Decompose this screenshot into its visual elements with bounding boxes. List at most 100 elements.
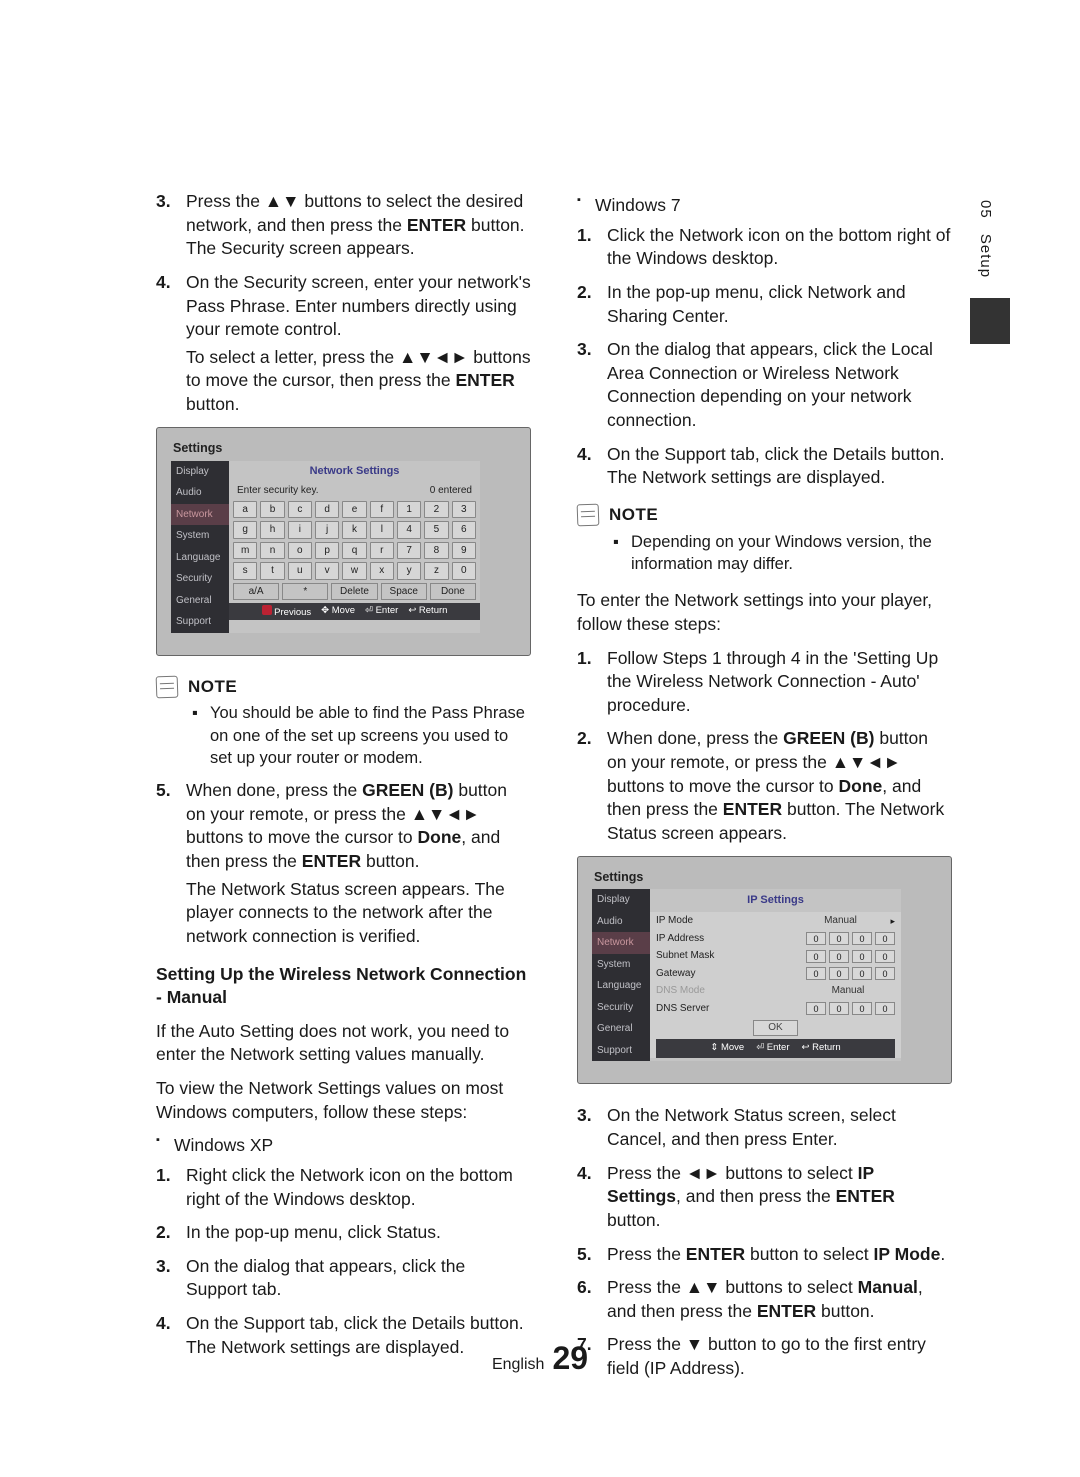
ip-row: DNS Server0000 — [656, 1000, 895, 1018]
step-number: 5. — [156, 779, 176, 948]
enter-label: Enter security key. — [237, 484, 319, 498]
ip-octet: 0 — [852, 950, 872, 963]
menu-item: Network — [592, 932, 650, 954]
key: i — [288, 521, 312, 539]
left-column: 3.Press the ▲▼ buttons to select the des… — [156, 190, 531, 1391]
ordered-list: 3.On the Network Status screen, select C… — [577, 1104, 952, 1380]
ip-octet: 0 — [875, 967, 895, 980]
key: u — [288, 562, 312, 580]
note-icon — [156, 676, 179, 699]
tv-menu: DisplayAudioNetworkSystemLanguageSecurit… — [592, 889, 650, 1061]
note-label: NOTE — [188, 676, 237, 699]
step-number: 3. — [577, 338, 597, 433]
bullet-heading: ▪ Windows 7 — [577, 194, 952, 218]
heading-manual: Setting Up the Wireless Network Connecti… — [156, 963, 531, 1010]
ip-value: 0000 — [806, 950, 895, 963]
step-text: On the Security screen, enter your netwo… — [186, 271, 531, 417]
menu-item: System — [592, 954, 650, 976]
key: v — [315, 562, 339, 580]
ip-label: DNS Mode — [656, 984, 801, 998]
step-text: Press the ▼ button to go to the first en… — [607, 1333, 952, 1380]
key: f — [370, 501, 394, 519]
paragraph: If the Auto Setting does not work, you n… — [156, 1020, 531, 1067]
key: a — [233, 501, 257, 519]
step-number: 1. — [156, 1164, 176, 1211]
menu-item: Support — [592, 1040, 650, 1062]
ip-row: DNS ModeManual — [656, 982, 895, 1000]
note-heading: NOTE — [156, 676, 531, 699]
footer-page: 29 — [552, 1340, 588, 1377]
on-screen-keyboard: abcdef123ghijkl456mnopqr789stuvwxyz0a/A*… — [229, 501, 480, 620]
key: j — [315, 521, 339, 539]
key: h — [260, 521, 284, 539]
note-body: ▪ You should be able to find the Pass Ph… — [156, 702, 531, 769]
ip-octet: 0 — [806, 967, 826, 980]
step-number: 1. — [577, 224, 597, 271]
key: 5 — [424, 521, 448, 539]
ok-button: OK — [753, 1020, 797, 1036]
ip-value: 0000 — [806, 932, 895, 945]
list-item: 1.Follow Steps 1 through 4 in the 'Setti… — [577, 647, 952, 718]
tv-title: Settings — [594, 869, 901, 886]
key: y — [397, 562, 421, 580]
menu-item: General — [171, 590, 229, 612]
list-item: 4.On the Support tab, click the Details … — [156, 1312, 531, 1359]
panel-title: Network Settings — [229, 461, 480, 482]
ip-label: DNS Server — [656, 1002, 806, 1016]
key: o — [288, 542, 312, 560]
step-text: When done, press the GREEN (B) button on… — [186, 779, 531, 948]
key: m — [233, 542, 257, 560]
step-number: 4. — [156, 1312, 176, 1359]
ip-octet: 0 — [875, 950, 895, 963]
step-text: Follow Steps 1 through 4 in the 'Setting… — [607, 647, 952, 718]
step-text: Click the Network icon on the bottom rig… — [607, 224, 952, 271]
side-title: Setup — [977, 234, 994, 278]
settings-screen-ip: Settings DisplayAudioNetworkSystemLangua… — [577, 856, 952, 1085]
key: c — [288, 501, 312, 519]
ip-octet: 0 — [829, 1002, 849, 1015]
tv-panel: IP Settings IP ModeManual▸IP Address0000… — [650, 889, 901, 1061]
note-text: Depending on your Windows version, the i… — [631, 531, 952, 576]
key: 2 — [424, 501, 448, 519]
key: 7 — [397, 542, 421, 560]
step-number: 3. — [156, 1255, 176, 1302]
triangle-icon: ▪ — [156, 1133, 166, 1157]
panel-title: IP Settings — [650, 889, 901, 912]
key: s — [233, 562, 257, 580]
key: k — [342, 521, 366, 539]
key: x — [370, 562, 394, 580]
tv-title: Settings — [173, 440, 480, 457]
ordered-list: 3.Press the ▲▼ buttons to select the des… — [156, 190, 531, 417]
key: l — [370, 521, 394, 539]
ip-octet: 0 — [829, 932, 849, 945]
key: 8 — [424, 542, 448, 560]
ip-octet: 0 — [829, 967, 849, 980]
key-action: Space — [381, 583, 427, 601]
key-action: * — [282, 583, 328, 601]
ip-row: IP ModeManual▸ — [656, 912, 895, 930]
ordered-list: 1.Follow Steps 1 through 4 in the 'Setti… — [577, 647, 952, 846]
legend-item: ↩ Return — [802, 1042, 841, 1055]
step-text: In the pop-up menu, click Status. — [186, 1221, 531, 1245]
menu-item: Display — [171, 461, 229, 483]
key: p — [315, 542, 339, 560]
menu-item: Network — [171, 504, 229, 526]
menu-item: Audio — [171, 482, 229, 504]
step-number: 3. — [156, 190, 176, 261]
side-chapter: 05 — [977, 200, 994, 219]
key: w — [342, 562, 366, 580]
ordered-list: 1.Right click the Network icon on the bo… — [156, 1164, 531, 1359]
bullet-icon: ▪ — [192, 702, 202, 769]
key: e — [342, 501, 366, 519]
step-text: On the dialog that appears, click the Lo… — [607, 338, 952, 433]
ip-octet: 0 — [806, 1002, 826, 1015]
menu-item: Language — [592, 975, 650, 997]
list-item: 2.When done, press the GREEN (B) button … — [577, 727, 952, 845]
step-text: Right click the Network icon on the bott… — [186, 1164, 531, 1211]
key: 1 — [397, 501, 421, 519]
tv-panel: Network Settings Enter security key. 0 e… — [229, 461, 480, 633]
note-heading: NOTE — [577, 504, 952, 527]
ip-row: Subnet Mask0000 — [656, 947, 895, 965]
ip-octet: 0 — [852, 967, 872, 980]
key: d — [315, 501, 339, 519]
